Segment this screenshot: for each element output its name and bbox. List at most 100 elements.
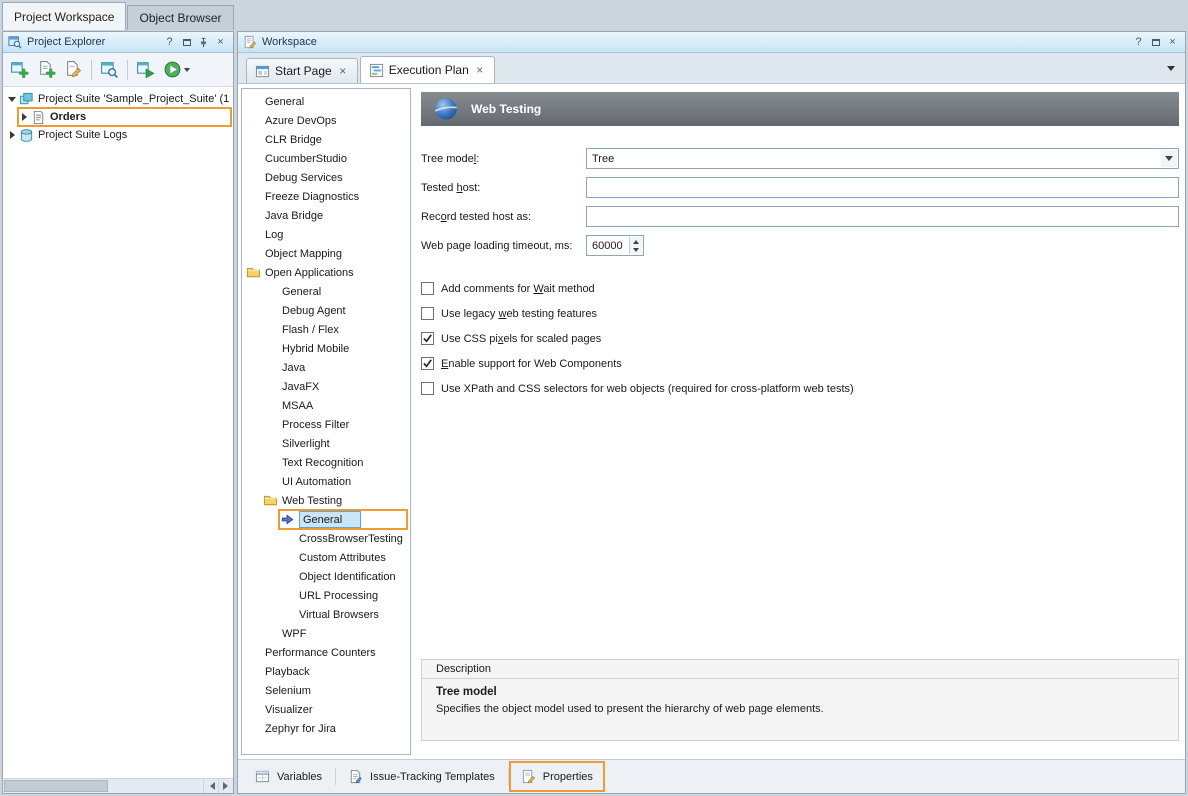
icon-slot (246, 151, 265, 166)
category-label: Hybrid Mobile (282, 343, 349, 355)
category-label: Virtual Browsers (299, 609, 379, 621)
expand-toggle-icon[interactable] (19, 108, 31, 126)
category-performance-counters[interactable]: Performance Counters (242, 643, 410, 662)
icon-slot (246, 189, 265, 204)
add-comments-for-wait-method-checkbox[interactable] (421, 282, 434, 295)
category-general[interactable]: General (242, 282, 410, 301)
category-label: Flash / Flex (282, 324, 339, 336)
tree-model-combobox[interactable]: Tree (586, 148, 1179, 169)
use-css-pixels-for-scaled-pages-checkbox[interactable] (421, 332, 434, 345)
category-url-processing[interactable]: URL Processing (242, 586, 410, 605)
category-crossbrowsertesting[interactable]: CrossBrowserTesting (242, 529, 410, 548)
checkbox-label: Use legacy web testing features (441, 308, 597, 320)
selected-arrow-icon (280, 512, 295, 527)
category-msaa[interactable]: MSAA (242, 396, 410, 415)
category-javafx[interactable]: JavaFX (242, 377, 410, 396)
category-hybrid-mobile[interactable]: Hybrid Mobile (242, 339, 410, 358)
category-azure-devops[interactable]: Azure DevOps (242, 111, 410, 130)
combobox-dropdown-icon[interactable] (1161, 150, 1177, 167)
close-button[interactable]: × (1165, 35, 1180, 50)
dropdown-chevron-icon[interactable] (182, 57, 191, 83)
tested-host-input[interactable] (586, 177, 1179, 198)
category-general[interactable]: General (242, 510, 410, 529)
category-label: Custom Attributes (299, 552, 386, 564)
category-label: Silverlight (282, 438, 330, 450)
expand-toggle-icon[interactable] (7, 126, 19, 144)
spinner-up-icon[interactable] (630, 237, 642, 246)
category-silverlight[interactable]: Silverlight (242, 434, 410, 453)
category-virtual-browsers[interactable]: Virtual Browsers (242, 605, 410, 624)
auto-hide-pin-icon[interactable] (196, 35, 211, 50)
category-general[interactable]: General (242, 92, 410, 111)
category-freeze-diagnostics[interactable]: Freeze Diagnostics (242, 187, 410, 206)
spinner-down-icon[interactable] (630, 246, 642, 255)
category-debug-agent[interactable]: Debug Agent (242, 301, 410, 320)
tree-item-orders[interactable]: Orders (3, 108, 233, 126)
enable-support-for-web-components-checkbox[interactable] (421, 357, 434, 370)
category-playback[interactable]: Playback (242, 662, 410, 681)
app-tab-object-browser[interactable]: Object Browser (127, 5, 233, 30)
edit-items-button[interactable] (61, 57, 86, 83)
web-page-loading-timeout-ms-spinner[interactable]: 60000 (586, 235, 644, 256)
doc-tab-start-page[interactable]: Start Page (246, 58, 358, 83)
window-position-icon[interactable] (1148, 35, 1163, 50)
scroll-right-icon[interactable] (218, 779, 233, 793)
doc-tab-execution-plan[interactable]: Execution Plan (360, 56, 495, 83)
use-xpath-and-css-selectors-for-web-objects-required-for-cross-platform-web-tests-checkbox[interactable] (421, 382, 434, 395)
scrollbar-track[interactable] (108, 779, 203, 793)
tab-list-dropdown-icon[interactable] (1167, 66, 1175, 75)
horizontal-scrollbar[interactable] (3, 778, 233, 793)
record-tested-host-as-input[interactable] (586, 206, 1179, 227)
category-java-bridge[interactable]: Java Bridge (242, 206, 410, 225)
icon-slot (263, 626, 282, 641)
category-java[interactable]: Java (242, 358, 410, 377)
category-cucumberstudio[interactable]: CucumberStudio (242, 149, 410, 168)
add-project-item-button[interactable] (34, 57, 59, 83)
field-row-web-page-loading-timeout-ms: Web page loading timeout, ms:60000 (421, 235, 1179, 256)
category-zephyr-for-jira[interactable]: Zephyr for Jira (242, 719, 410, 738)
application-tab-bar: Project WorkspaceObject Browser (0, 0, 1188, 30)
category-clr-bridge[interactable]: CLR Bridge (242, 130, 410, 149)
tree-item-project-suite-logs[interactable]: Project Suite Logs (3, 126, 233, 144)
object-browser-button[interactable] (97, 57, 122, 83)
help-button[interactable]: ? (162, 35, 177, 50)
properties-icon (521, 769, 536, 784)
scrollbar-thumb[interactable] (4, 780, 108, 792)
scroll-left-icon[interactable] (203, 779, 218, 793)
window-position-icon[interactable] (179, 35, 194, 50)
icon-slot (246, 683, 265, 698)
category-web-testing[interactable]: Web Testing (242, 491, 410, 510)
category-process-filter[interactable]: Process Filter (242, 415, 410, 434)
category-label: CLR Bridge (265, 134, 322, 146)
add-project-suite-item-icon (10, 60, 29, 79)
category-flash-flex[interactable]: Flash / Flex (242, 320, 410, 339)
category-label: Object Mapping (265, 248, 342, 260)
category-open-applications[interactable]: Open Applications (242, 263, 410, 282)
category-log[interactable]: Log (242, 225, 410, 244)
bottom-tab-label: Properties (543, 771, 593, 783)
use-legacy-web-testing-features-checkbox[interactable] (421, 307, 434, 320)
category-object-identification[interactable]: Object Identification (242, 567, 410, 586)
category-custom-attributes[interactable]: Custom Attributes (242, 548, 410, 567)
start-page-icon (255, 64, 270, 79)
app-tab-project-workspace[interactable]: Project Workspace (2, 2, 126, 30)
category-object-mapping[interactable]: Object Mapping (242, 244, 410, 263)
close-tab-icon[interactable] (337, 65, 349, 77)
category-wpf[interactable]: WPF (242, 624, 410, 643)
category-selenium[interactable]: Selenium (242, 681, 410, 700)
bottom-tab-issue-tracking-templates[interactable]: Issue-Tracking Templates (335, 760, 508, 793)
category-text-recognition[interactable]: Text Recognition (242, 453, 410, 472)
close-tab-icon[interactable] (474, 64, 486, 76)
category-ui-automation[interactable]: UI Automation (242, 472, 410, 491)
collapse-toggle-icon[interactable] (7, 90, 19, 108)
help-button[interactable]: ? (1131, 35, 1146, 50)
category-visualizer[interactable]: Visualizer (242, 700, 410, 719)
add-project-suite-item-button[interactable] (7, 57, 32, 83)
bottom-tab-properties[interactable]: Properties (508, 760, 606, 793)
run-project-button[interactable] (160, 57, 194, 83)
tree-item-project-suite-sample-project-suite-1-p[interactable]: Project Suite 'Sample_Project_Suite' (1 … (3, 90, 233, 108)
run-project-suite-button[interactable] (133, 57, 158, 83)
close-button[interactable]: × (213, 35, 228, 50)
category-debug-services[interactable]: Debug Services (242, 168, 410, 187)
bottom-tab-variables[interactable]: Variables (242, 760, 335, 793)
